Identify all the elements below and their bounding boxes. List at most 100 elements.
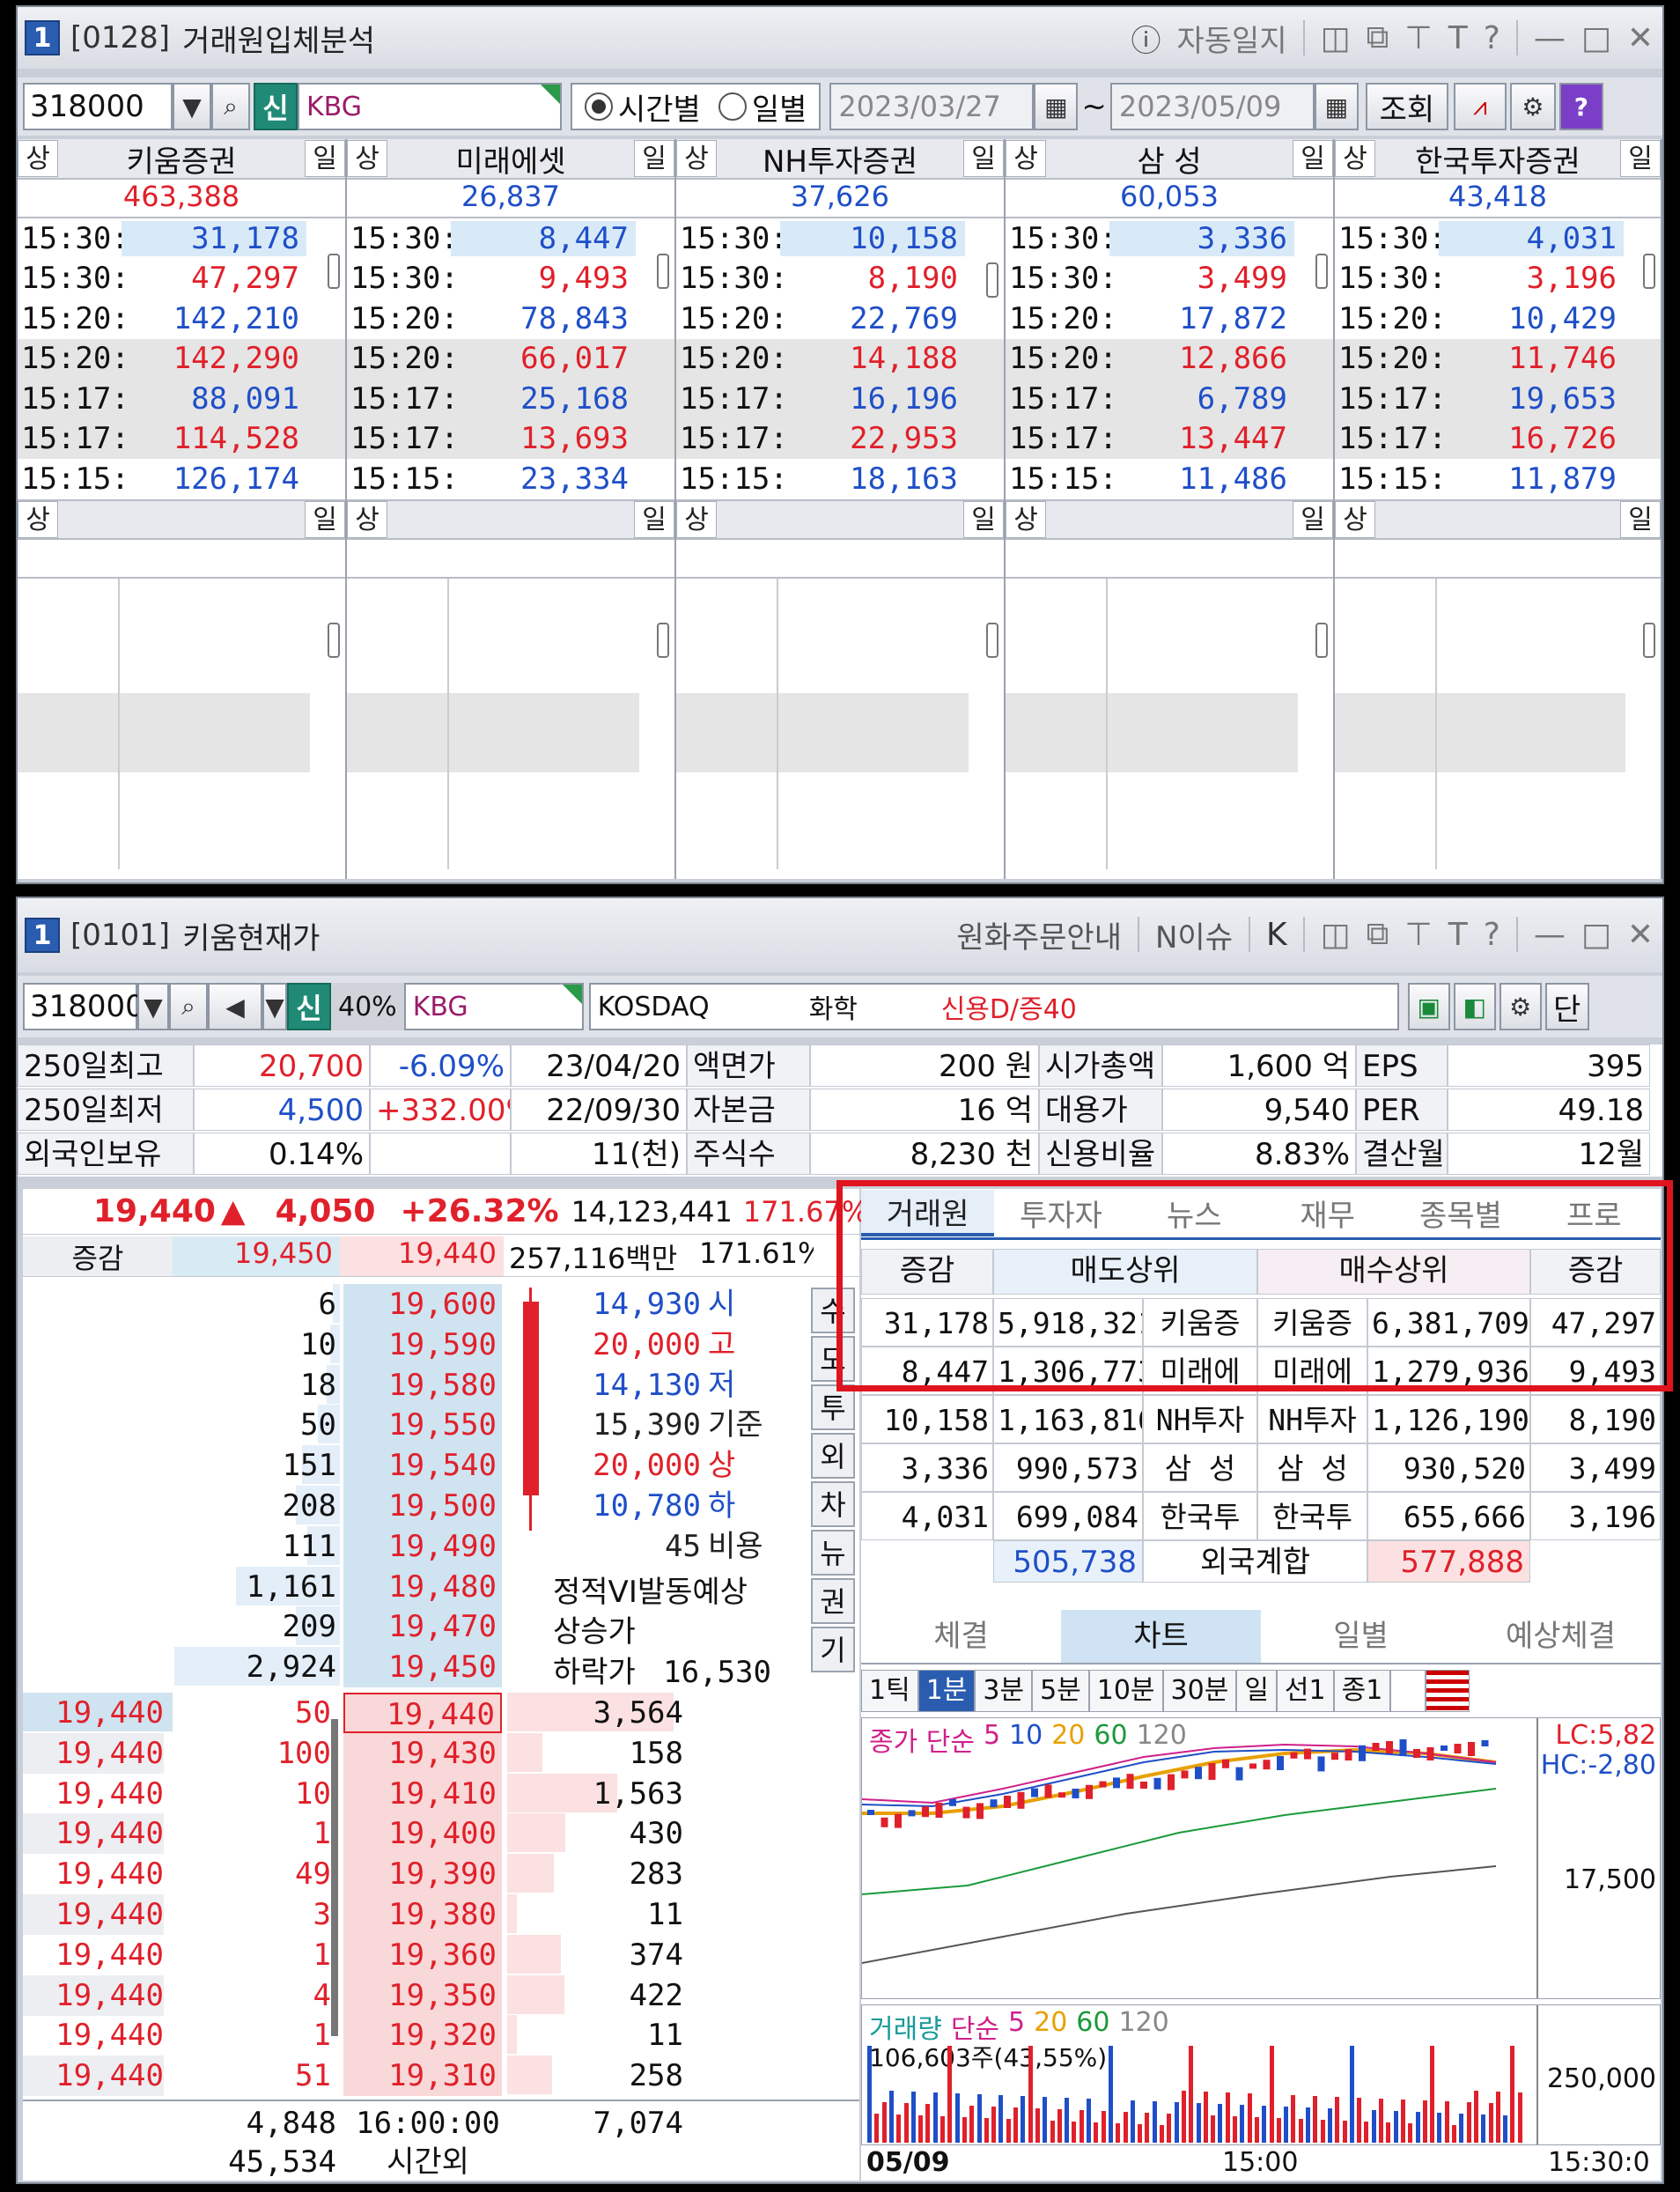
table-row[interactable]: 15:15: 11,486 xyxy=(1006,459,1333,499)
panel-icon[interactable]: ◧ xyxy=(1453,983,1496,1030)
scrollbar[interactable] xyxy=(986,262,998,298)
tag-day[interactable]: 일 xyxy=(305,500,345,538)
bid-price[interactable]: 19,400 xyxy=(343,1813,502,1855)
window-number-badge[interactable]: 1 xyxy=(25,918,60,953)
info-cell[interactable]: 250일최저 xyxy=(18,1089,194,1131)
table-row[interactable]: 15:17: 19,653 xyxy=(1335,379,1661,419)
side-tab[interactable]: 차 xyxy=(811,1481,855,1527)
help-icon[interactable]: ? xyxy=(1484,20,1500,56)
tag-day[interactable]: 일 xyxy=(634,500,674,538)
grid-icon[interactable]: ▣ xyxy=(1407,983,1450,1030)
tag-day[interactable]: 일 xyxy=(1620,500,1661,538)
scrollbar[interactable] xyxy=(657,254,669,289)
gear-icon[interactable] xyxy=(1390,1670,1426,1712)
font-icon[interactable]: T xyxy=(1448,20,1468,56)
info-cell[interactable]: 250일최고 xyxy=(18,1044,194,1087)
info-cell[interactable]: EPS xyxy=(1356,1044,1448,1087)
table-row[interactable]: 15:30: 47,297 xyxy=(18,259,345,299)
chart-tab-3[interactable]: 예상체결 xyxy=(1461,1610,1661,1663)
maximize-icon[interactable]: □ xyxy=(1581,20,1611,56)
calendar-icon[interactable]: ▦ xyxy=(1314,83,1359,130)
link-windows-icon[interactable]: ⧉ xyxy=(1367,19,1389,56)
ask-price[interactable]: 19,580 xyxy=(343,1364,502,1406)
help-icon[interactable]: ? xyxy=(1558,83,1603,130)
table-row[interactable]: 15:15: 23,334 xyxy=(347,459,674,499)
tag-up[interactable]: 상 xyxy=(676,500,717,538)
scrollbar[interactable] xyxy=(1315,622,1328,658)
scrollbar[interactable] xyxy=(1643,254,1655,289)
table-row[interactable]: 15:30: 10,158 xyxy=(676,218,1004,259)
window-number-badge[interactable]: 1 xyxy=(25,20,60,55)
flag-icon[interactable] xyxy=(1426,1670,1470,1712)
interval-button[interactable]: 5분 xyxy=(1032,1670,1089,1712)
interval-button[interactable]: 30분 xyxy=(1162,1670,1237,1712)
table-row[interactable]: 15:20: 17,872 xyxy=(1006,299,1333,339)
info-cell[interactable]: PER xyxy=(1356,1089,1448,1131)
bid-price[interactable]: 19,440 xyxy=(343,1693,502,1733)
bid-price[interactable]: 19,380 xyxy=(343,1894,502,1935)
ask-price[interactable]: 19,450 xyxy=(343,1647,502,1688)
table-row[interactable]: 15:17: 13,693 xyxy=(347,418,674,459)
date-from-input[interactable]: 2023/03/27 xyxy=(829,83,1035,130)
tag-up[interactable]: 상 xyxy=(18,500,58,538)
table-row[interactable]: 15:17: 22,953 xyxy=(676,418,1004,459)
interval-button[interactable]: 1분 xyxy=(917,1670,976,1712)
chart-icon[interactable]: ⩘ xyxy=(1453,83,1507,130)
table-row[interactable]: 15:15: 126,174 xyxy=(18,459,345,499)
table-row[interactable]: 15:30: 8,190 xyxy=(676,259,1004,299)
gear-icon[interactable]: ⚙ xyxy=(1509,83,1556,130)
search-icon[interactable]: ⌕ xyxy=(169,983,208,1030)
radio-day[interactable]: 일별 xyxy=(718,85,807,129)
kiwoom-icon[interactable]: K xyxy=(1266,917,1287,953)
scrollbar[interactable] xyxy=(1643,622,1655,658)
interval-button[interactable]: 1틱 xyxy=(861,1670,918,1712)
order-guide-link[interactable]: 원화주문안내 xyxy=(956,913,1122,956)
interval-button[interactable]: 10분 xyxy=(1088,1670,1163,1712)
radio-time[interactable]: 시간별 xyxy=(585,85,701,129)
bid-price[interactable]: 19,360 xyxy=(343,1934,502,1975)
tag-up[interactable]: 상 xyxy=(347,500,387,538)
table-row[interactable]: 15:17: 16,196 xyxy=(676,379,1004,419)
gear-icon[interactable]: ⚙ xyxy=(1499,983,1542,1030)
tag-day[interactable]: 일 xyxy=(1293,500,1333,538)
stock-code-input[interactable]: 318000 xyxy=(23,83,173,130)
ask-price[interactable]: 19,550 xyxy=(343,1405,502,1446)
table-row[interactable]: 15:20: 14,188 xyxy=(676,338,1004,379)
ask-price[interactable]: 19,480 xyxy=(343,1566,502,1607)
bid-price[interactable]: 19,430 xyxy=(343,1732,502,1774)
table-row[interactable]: 15:20: 10,429 xyxy=(1335,299,1661,339)
table-row[interactable]: 15:17: 114,528 xyxy=(18,418,345,459)
stock-name-field[interactable]: KBG xyxy=(403,983,584,1030)
table-row[interactable]: 15:17: 88,091 xyxy=(18,379,345,419)
table-row[interactable]: 15:30: 3,499 xyxy=(1006,259,1333,299)
close-icon[interactable]: ✕ xyxy=(1627,917,1654,953)
chevron-down-icon[interactable]: ▼ xyxy=(137,983,169,1030)
pin-icon[interactable]: ⊤ xyxy=(1404,20,1432,56)
tag-day[interactable]: 일 xyxy=(963,500,1004,538)
font-icon[interactable]: T xyxy=(1448,917,1468,953)
tag-up[interactable]: 상 xyxy=(18,140,58,177)
table-row[interactable]: 15:30: 4,031 xyxy=(1335,218,1661,259)
table-row[interactable]: 15:30: 31,178 xyxy=(18,218,345,259)
side-tab[interactable]: 뉴 xyxy=(811,1530,855,1576)
query-button[interactable]: 조회 xyxy=(1365,83,1448,130)
interval-button[interactable]: 일 xyxy=(1236,1670,1277,1712)
table-row[interactable]: 15:20: 11,746 xyxy=(1335,338,1661,379)
scrollbar[interactable] xyxy=(328,622,340,658)
help-icon[interactable]: ? xyxy=(1484,917,1500,953)
layout-icon[interactable]: ◫ xyxy=(1321,20,1351,56)
tag-up[interactable]: 상 xyxy=(1335,500,1375,538)
scrollbar[interactable] xyxy=(331,1719,338,2036)
table-row[interactable]: 15:20: 78,843 xyxy=(347,299,674,339)
table-row[interactable]: 15:17: 25,168 xyxy=(347,379,674,419)
ask-price[interactable]: 19,470 xyxy=(343,1606,502,1648)
bid-price[interactable]: 19,410 xyxy=(343,1773,502,1814)
bid-price[interactable]: 19,390 xyxy=(343,1854,502,1895)
ask-price[interactable]: 19,590 xyxy=(343,1324,502,1365)
alert-icon[interactable]: ⓘ xyxy=(1131,17,1161,60)
scrollbar[interactable] xyxy=(328,254,340,289)
tag-up[interactable]: 상 xyxy=(1335,140,1375,177)
info-cell[interactable]: 외국인보유 xyxy=(18,1133,194,1175)
tag-day[interactable]: 일 xyxy=(634,140,674,177)
maximize-icon[interactable]: □ xyxy=(1581,917,1611,953)
